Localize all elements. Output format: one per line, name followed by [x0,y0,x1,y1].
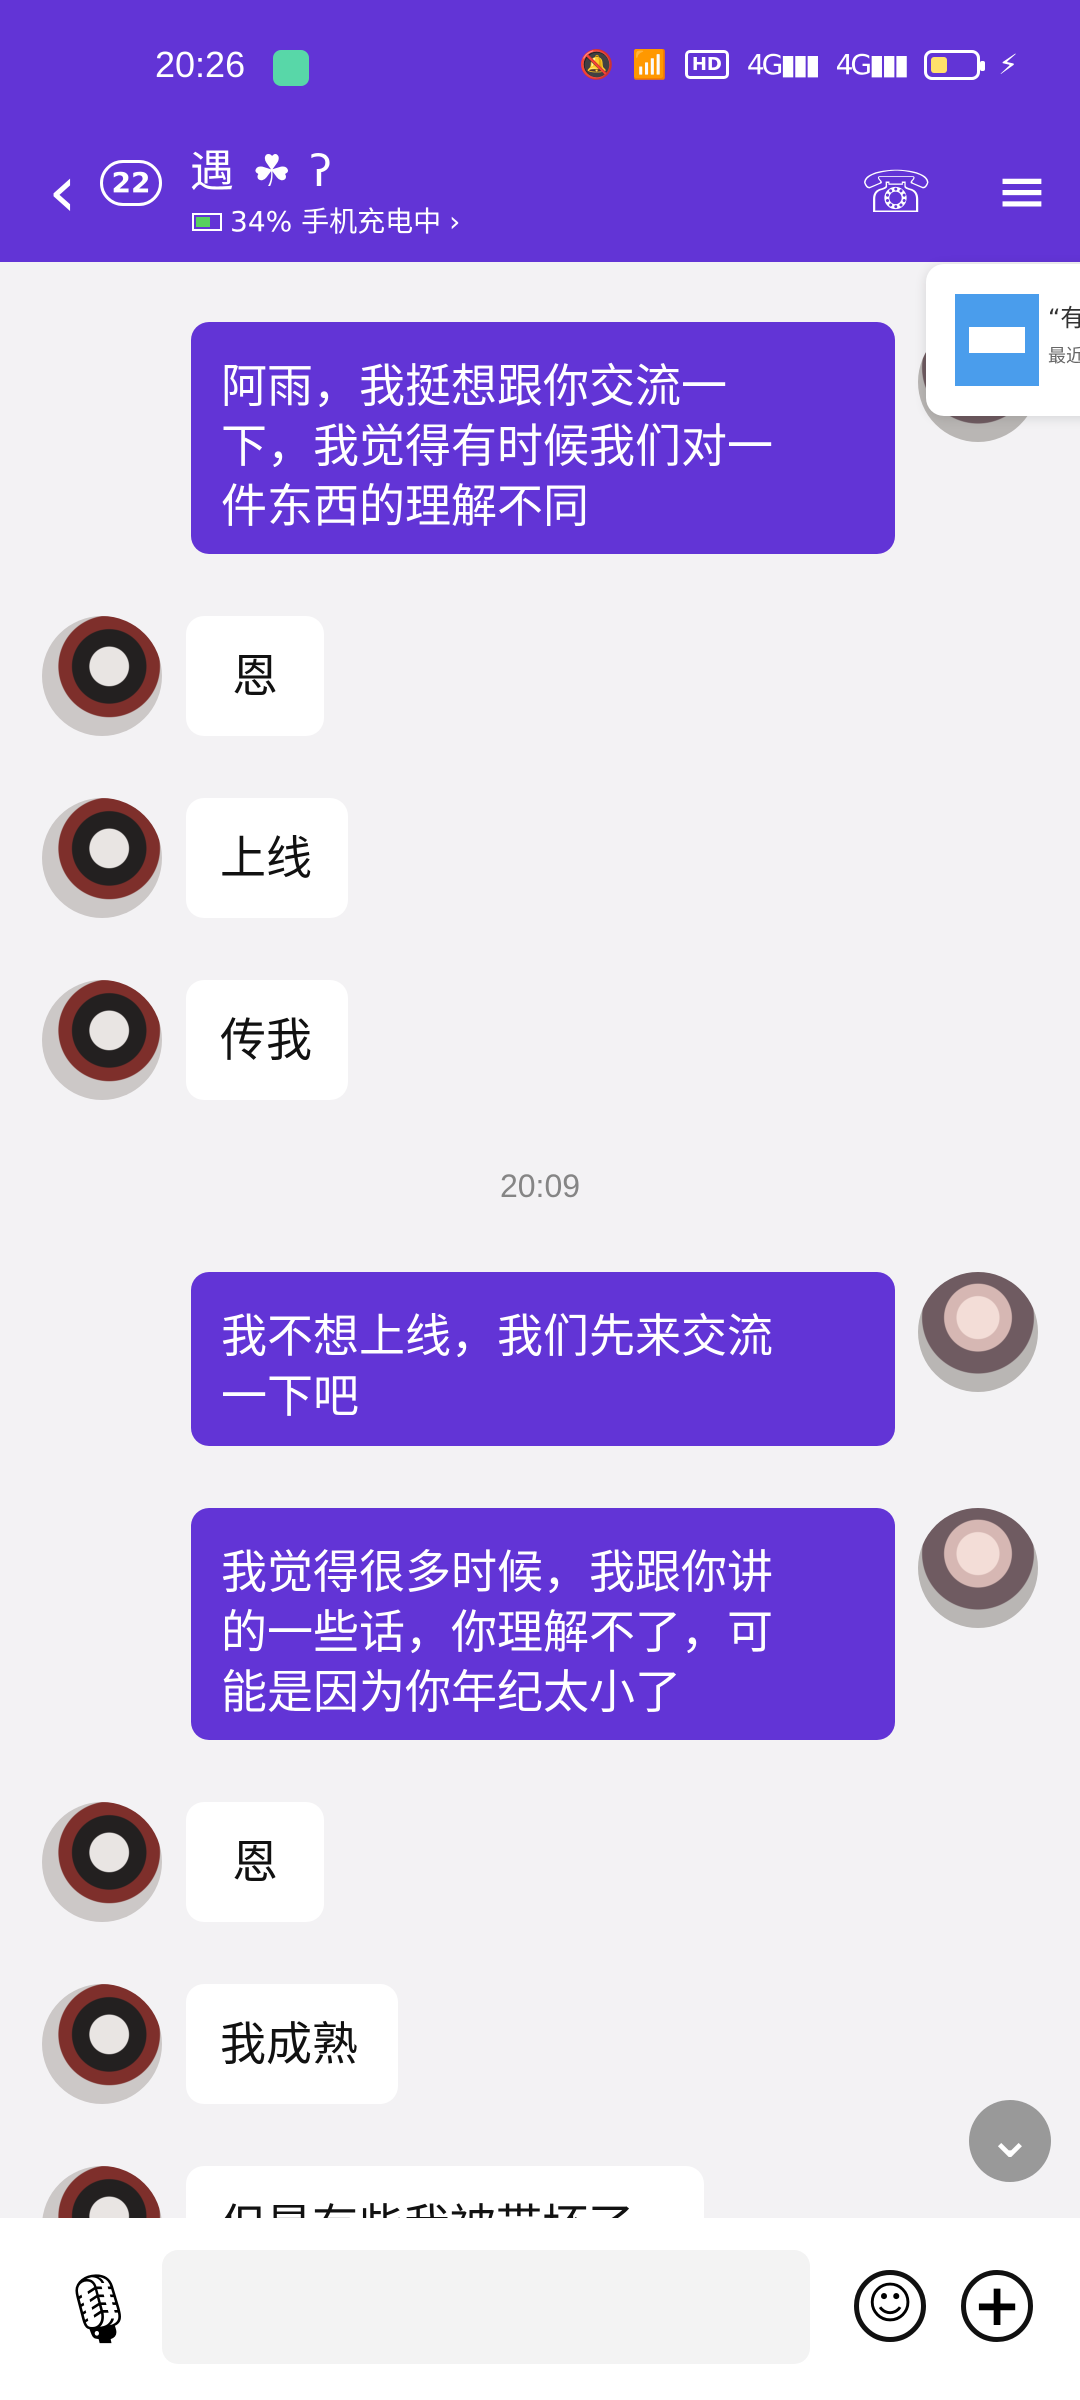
contact-status-text: 34% 手机充电中 [230,205,442,238]
chevron-down-icon: ⌄ [986,2106,1034,2171]
network-type-label: 4G [746,48,783,81]
message-list[interactable]: 阿雨，我挺想跟你交流一 下，我觉得有时候我们对一 件东西的理解不同 恩 上线 传… [0,262,1080,2218]
signal-icon-2: 4G▮▮▮ [835,48,910,81]
message-input[interactable] [162,2250,810,2364]
incoming-message[interactable]: 传我 [186,980,348,1100]
voice-button[interactable]: 🎙 [55,2276,141,2344]
incoming-message[interactable]: 恩 [186,1802,324,1922]
menu-button[interactable]: ≡ [996,154,1048,227]
incoming-message[interactable]: 但是有些我被带坏了 [186,2166,704,2218]
unread-count-badge[interactable]: 22 [100,160,162,206]
contact-avatar[interactable] [42,1984,162,2104]
contact-avatar[interactable] [42,798,162,918]
clover-icon: ☘ [252,146,292,197]
outgoing-message[interactable]: 阿雨，我挺想跟你交流一 下，我觉得有时候我们对一 件东西的理解不同 [191,322,895,554]
ear-icon: ʔ [309,146,332,197]
message-input-bar: 🎙 ☺ + [0,2218,1080,2400]
phone-icon: ☏ [860,158,933,226]
status-icons: 🔕 📶 HD 4G▮▮▮ 4G▮▮▮ ⚡ [579,48,1018,81]
my-avatar[interactable] [918,1272,1038,1392]
contact-name-row[interactable]: 遇 ☘ ʔ [190,142,332,202]
add-button[interactable]: + [961,2270,1033,2342]
wifi-icon: 📶 [631,48,667,81]
side-card-text: 最近 [1048,346,1080,367]
incoming-message[interactable]: 上线 [186,798,348,918]
battery-icon [924,49,986,80]
outgoing-message[interactable]: 我觉得很多时候，我跟你讲 的一些话，你理解不了，可 能是因为你年纪太小了 [191,1508,895,1740]
contact-avatar[interactable] [42,2166,162,2218]
phone-button[interactable]: ☏ [860,158,933,226]
top-bar: 20:26 🔕 📶 HD 4G▮▮▮ 4G▮▮▮ ⚡ ‹ 22 遇 ☘ ʔ 34… [0,0,1080,262]
mute-vibrate-icon: 🔕 [579,48,614,81]
menu-icon: ≡ [996,154,1048,227]
plus-icon: + [972,2271,1022,2339]
side-card-title: “有 [1048,304,1080,332]
timestamp-separator: 20:09 [499,1168,581,1204]
status-time: 20:26 [155,44,246,85]
floating-side-card[interactable]: “有 最近 [926,264,1080,416]
signal-icon-1: 4G▮▮▮ [746,48,821,81]
hd-badge: HD [684,50,729,79]
contact-avatar[interactable] [42,616,162,736]
incoming-message[interactable]: 恩 [186,616,324,736]
contact-status[interactable]: 34% 手机充电中 › [192,202,460,242]
chevron-left-icon: ‹ [48,149,77,233]
chevron-right-icon: › [449,205,461,238]
contact-avatar[interactable] [42,980,162,1100]
status-bar: 20:26 🔕 📶 HD 4G▮▮▮ 4G▮▮▮ ⚡ [0,0,1080,130]
chat-header: ‹ 22 遇 ☘ ʔ 34% 手机充电中 › ☏ ≡ [0,130,1080,262]
charging-icon: ⚡ [998,48,1018,81]
network-type-label: 4G [835,48,872,81]
incoming-message[interactable]: 我成熟 [186,1984,398,2104]
mini-battery-icon [192,213,222,231]
my-avatar[interactable] [918,1508,1038,1628]
back-button[interactable]: ‹ [48,155,77,227]
smile-icon: ☺ [867,2278,913,2329]
contact-avatar[interactable] [42,1802,162,1922]
app-notification-icon [273,50,309,86]
microphone-icon: 🎙 [55,2270,142,2349]
scroll-to-bottom-button[interactable]: ⌄ [969,2100,1051,2182]
outgoing-message[interactable]: 我不想上线，我们先来交流 一下吧 [191,1272,895,1446]
side-card-thumbnail [955,294,1039,386]
emoji-button[interactable]: ☺ [854,2270,926,2342]
contact-name: 遇 [190,146,234,197]
